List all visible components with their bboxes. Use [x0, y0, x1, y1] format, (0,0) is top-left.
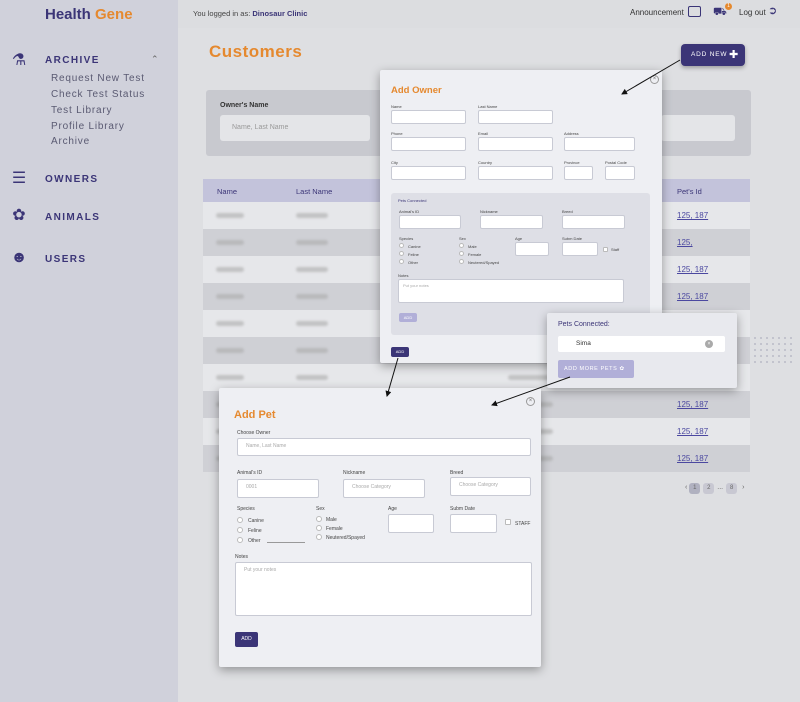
- annotation-arrows: [385, 59, 681, 407]
- arrow-from-add-more-pets: [491, 376, 571, 407]
- arrow-to-add-owner: [621, 59, 681, 95]
- arrow-to-add-pet: [385, 357, 399, 397]
